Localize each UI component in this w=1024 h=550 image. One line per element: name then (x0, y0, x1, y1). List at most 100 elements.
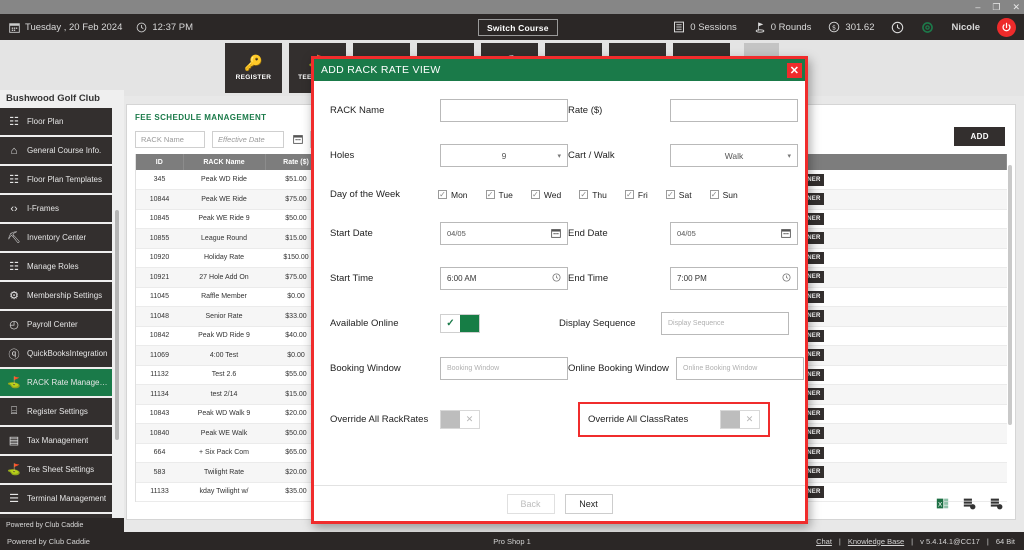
close-icon[interactable]: ✕ (1012, 2, 1020, 12)
day-checkbox-fri[interactable]: ✓ Fri (624, 190, 648, 200)
cell-name: Peak WD Ride 9 (183, 326, 265, 346)
table-scrollbar[interactable] (1008, 165, 1012, 425)
export-icons: X (936, 497, 1003, 513)
checkbox-icon[interactable]: ✓ (665, 190, 675, 199)
day-label: Mon (451, 189, 468, 200)
cell-id: 10843 (136, 404, 183, 424)
rack-name-input[interactable] (440, 99, 568, 122)
override-rack-toggle[interactable]: ✕ (440, 410, 480, 429)
day-checkbox-sat[interactable]: ✓ Sat (665, 190, 692, 200)
modal-close-icon[interactable]: ✕ (787, 62, 802, 78)
sidebar: Bushwood Golf Club ☷ Floor Plan ⌂ General C… (0, 90, 124, 532)
cell-name: 4:00 Test (183, 345, 265, 366)
sidebar-item-label: Floor Plan (27, 117, 64, 126)
start-date-value: 04/05 (447, 229, 466, 238)
sidebar-item-terminal-management[interactable]: ☰ Terminal Management (0, 485, 112, 512)
cell-id: 10845 (136, 209, 183, 229)
gear-icon[interactable] (921, 21, 934, 34)
user-name[interactable]: Nicole (951, 22, 980, 33)
sidebar-item-icon: ▤ (8, 435, 20, 447)
next-button[interactable]: Next (564, 493, 613, 514)
sidebar-items: ☷ Floor Plan ⌂ General Course Info. ☷ Floor P… (0, 108, 124, 532)
end-time-input[interactable]: 7:00 PM (670, 267, 798, 290)
sidebar-item-register-settings[interactable]: ⌸ Register Settings (0, 398, 112, 425)
golf-flag-icon (754, 21, 766, 33)
booking-window-input[interactable]: Booking Window (440, 357, 568, 380)
knowledge-base-link[interactable]: Knowledge Base (848, 537, 904, 546)
sidebar-item-membership-settings[interactable]: ⚙ Membership Settings (0, 282, 112, 309)
sidebar-item-quickbooksintegration[interactable]: ⓠ QuickBooksIntegration (0, 340, 112, 367)
calendar-icon[interactable] (781, 228, 791, 240)
sidebar-item-manage-roles[interactable]: ☷ Manage Roles (0, 253, 112, 280)
maximize-icon[interactable]: ❐ (992, 2, 1000, 12)
nav-button-register[interactable]: 🔑 REGISTER (225, 43, 282, 93)
filter-effective-date-input[interactable]: Effective Date (212, 131, 284, 148)
checkbox-icon[interactable]: ✓ (624, 190, 634, 199)
database-export-alt-icon[interactable] (990, 497, 1003, 513)
day-checkbox-thu[interactable]: ✓ Thu (579, 190, 607, 200)
amount-group[interactable]: $ 301.62 (828, 21, 874, 33)
online-booking-window-input[interactable]: Online Booking Window (676, 357, 804, 380)
sidebar-item-floor-plan-templates[interactable]: ☷ Floor Plan Templates (0, 166, 112, 193)
cell-name: 27 Hole Add On (183, 267, 265, 288)
clock-icon[interactable] (782, 273, 791, 284)
field-end-date: End Date 04/05 (568, 222, 798, 245)
start-time-input[interactable]: 6:00 AM (440, 267, 568, 290)
row-day-of-week: Day of the Week ✓ Mon ✓ Tue ✓ Wed ✓ Thu ✓ Fri ✓ Sat… (330, 189, 789, 200)
override-class-toggle[interactable]: ✕ (720, 410, 760, 429)
sidebar-item-tax-management[interactable]: ▤ Tax Management (0, 427, 112, 454)
day-checkbox-mon[interactable]: ✓ Mon (438, 190, 468, 200)
cell-id: 10842 (136, 326, 183, 346)
sessions-group[interactable]: 0 Sessions (673, 21, 737, 33)
sidebar-item-rack-rate-manageme[interactable]: ⛳ RACK Rate Manageme... (0, 369, 112, 396)
checkbox-icon[interactable]: ✓ (438, 190, 447, 199)
display-sequence-input[interactable]: Display Sequence (661, 312, 789, 335)
row-holes-cart: Holes 9 ▾ Cart / Walk Walk ▾ (330, 144, 798, 167)
sidebar-scrollbar[interactable] (115, 210, 119, 440)
day-label: Thu (592, 189, 607, 200)
filter-rack-name-input[interactable]: RACK Name (135, 131, 205, 148)
minimize-icon[interactable]: – (975, 2, 980, 12)
end-date-input[interactable]: 04/05 (670, 222, 798, 245)
sidebar-item-general-course-info[interactable]: ⌂ General Course Info. (0, 137, 112, 164)
start-date-input[interactable]: 04/05 (440, 222, 568, 245)
sidebar-item-inventory-center[interactable]: ⛏ Inventory Center (0, 224, 112, 251)
field-end-time: End Time 7:00 PM (568, 267, 798, 290)
cell-name: Peak WD Ride (183, 170, 265, 190)
day-checkbox-tue[interactable]: ✓ Tue (485, 190, 513, 200)
cart-walk-select[interactable]: Walk ▾ (670, 144, 798, 167)
cell-id: 10844 (136, 189, 183, 210)
excel-export-icon[interactable]: X (936, 497, 949, 513)
sidebar-item-floor-plan[interactable]: ☷ Floor Plan (0, 108, 112, 135)
checkbox-icon[interactable]: ✓ (709, 190, 719, 199)
holes-select[interactable]: 9 ▾ (440, 144, 568, 167)
checkbox-icon[interactable]: ✓ (530, 190, 540, 199)
sidebar-item-tee-sheet-settings[interactable]: ⛳ Tee Sheet Settings (0, 456, 112, 483)
clock-icon[interactable] (552, 273, 561, 284)
booking-window-label: Booking Window (330, 363, 401, 374)
day-checkbox-wed[interactable]: ✓ Wed (530, 190, 561, 200)
add-button[interactable]: ADD (954, 127, 1005, 146)
sidebar-item-label: Manage Roles (27, 262, 79, 271)
svg-text:$: $ (832, 24, 836, 32)
cell-id: 11134 (136, 384, 183, 405)
sidebar-item-payroll-center[interactable]: ◴ Payroll Center (0, 311, 112, 338)
checkbox-icon[interactable]: ✓ (485, 190, 495, 199)
chat-link[interactable]: Chat (816, 537, 832, 546)
day-checkbox-sun[interactable]: ✓ Sun (709, 190, 738, 200)
checkbox-icon[interactable]: ✓ (579, 190, 589, 199)
calendar-icon[interactable] (551, 228, 561, 240)
available-online-toggle[interactable]: ✓ (440, 314, 480, 333)
sidebar-item-icon: ☰ (9, 493, 19, 505)
day-of-week-checkboxes: ✓ Mon ✓ Tue ✓ Wed ✓ Thu ✓ Fri ✓ Sat ✓ Sun (438, 190, 738, 200)
database-export-icon[interactable] (963, 497, 976, 513)
history-clock-icon[interactable] (891, 21, 904, 34)
rate-input[interactable] (670, 99, 798, 122)
switch-course-button[interactable]: Switch Course (478, 19, 558, 36)
back-button[interactable]: Back (506, 493, 555, 514)
calendar-icon[interactable] (293, 134, 303, 146)
rounds-group[interactable]: 0 Rounds (754, 21, 811, 33)
sidebar-item-label: General Course Info. (27, 146, 102, 155)
power-button[interactable] (997, 17, 1016, 37)
sidebar-item-i-frames[interactable]: ‹› I-Frames (0, 195, 112, 222)
